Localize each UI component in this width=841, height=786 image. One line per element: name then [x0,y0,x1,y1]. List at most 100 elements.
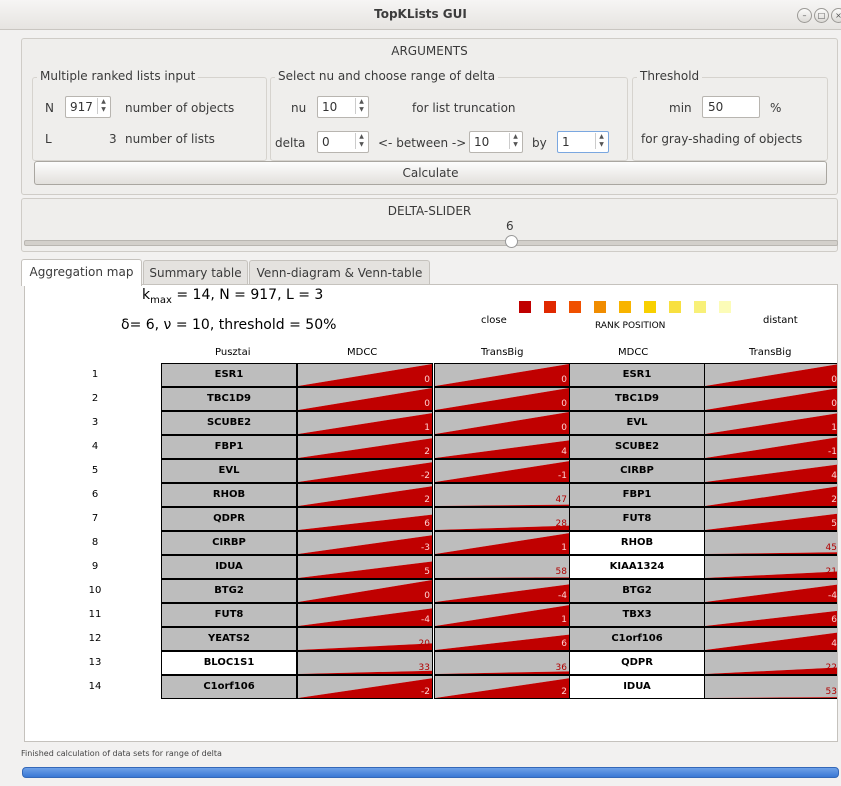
rank-difference: 45 [825,543,837,553]
rank-difference: 4 [831,471,837,481]
legend-swatch [569,301,581,313]
rank-difference: -1 [558,471,567,481]
rank-cell: 0 [297,363,433,387]
tab-summary-table[interactable]: Summary table [143,260,248,285]
delta-to-spinbox[interactable]: 10 ▲ ▼ [469,131,523,153]
rank-cell: 0 [297,579,433,603]
rank-difference: -4 [828,591,837,601]
calculate-button[interactable]: Calculate [34,161,827,185]
nu-label: nu [291,101,307,115]
rank-cell: 0 [704,363,837,387]
rank-difference: -4 [558,591,567,601]
delta-label: delta [275,136,306,150]
rank-difference: 0 [831,399,837,409]
nu-spinbox[interactable]: 10 ▲ ▼ [317,96,369,118]
object-cell: QDPR [161,507,297,531]
rank-cell: -4 [704,579,837,603]
percent-label: % [770,101,782,115]
object-cell: EVL [569,411,705,435]
rank-cell: 2 [297,435,433,459]
rank-cell: 0 [434,363,570,387]
rank-cell: 0 [434,387,570,411]
row-number: 10 [88,585,102,596]
gray-area [435,556,569,578]
rank-difference: 2 [424,447,430,457]
object-cell: BLOC1S1 [161,651,297,675]
rank-cell: -3 [297,531,433,555]
rank-difference: 6 [831,615,837,625]
row-number: 9 [91,561,99,572]
rank-difference: 1 [561,615,567,625]
legend-rank-position: RANK POSITION [595,321,666,331]
n-description: number of objects [125,101,235,115]
row-number: 11 [88,609,102,620]
row-number: 7 [91,513,99,524]
rank-difference: -3 [421,543,430,553]
rank-cell: 2 [434,675,570,699]
kmax-line: ^ kmax = 14, N = 917, L = 3 [142,285,324,306]
legend-swatch [669,301,681,313]
threshold-input[interactable]: 50 [702,96,760,118]
object-cell: RHOB [569,531,705,555]
legend-swatch [694,301,706,313]
row-number: 14 [88,681,102,692]
between-label: <- between -> [378,136,467,150]
status-text: Finished calculation of data sets for ra… [21,749,222,758]
kmax-text: = 14, N = 917, L = 3 [176,287,324,303]
spin-arrows-icon[interactable]: ▲ ▼ [509,133,521,149]
object-cell: TBC1D9 [569,387,705,411]
rank-difference: 0 [561,375,567,385]
rank-difference: 4 [561,447,567,457]
rank-cell: 33 [297,651,433,675]
params-line: δ= 6, ν = 10, threshold = 50% [121,317,337,333]
rank-difference: 58 [555,567,567,577]
window-title: TopKLists GUI [374,7,467,21]
rank-cell: 4 [704,627,837,651]
minimize-icon[interactable]: – [797,8,812,23]
row-number: 12 [88,633,102,644]
close-icon[interactable]: × [831,8,841,23]
spin-arrows-icon[interactable]: ▲ ▼ [355,133,367,149]
rank-cell: 20 [297,627,433,651]
spin-arrows-icon[interactable]: ▲ ▼ [97,98,109,114]
rank-cell: -2 [297,459,433,483]
n-label: N [45,101,54,115]
input-group: Multiple ranked lists input [32,69,267,161]
rank-difference: -2 [421,687,430,697]
legend-close: close [481,315,507,326]
rank-cell: 2 [297,483,433,507]
object-cell: ESR1 [569,363,705,387]
spin-arrows-icon[interactable]: ▲ ▼ [595,133,607,149]
rank-cell: 2 [704,483,837,507]
object-cell: SCUBE2 [569,435,705,459]
rank-cell: 1 [434,531,570,555]
rank-cell: 28 [434,507,570,531]
tab-venn-diagram[interactable]: Venn-diagram & Venn-table [249,260,430,285]
rank-difference: 33 [418,663,430,673]
rank-difference: 0 [424,375,430,385]
object-cell: IDUA [569,675,705,699]
nu-description: for list truncation [412,101,516,115]
object-cell: BTG2 [161,579,297,603]
delta-by-spinbox[interactable]: 1 ▲ ▼ [557,131,609,153]
spin-arrows-icon[interactable]: ▲ ▼ [355,98,367,114]
nu-delta-group-label: Select nu and choose range of delta [275,69,499,83]
maximize-icon[interactable]: □ [814,8,829,23]
n-spinbox[interactable]: 917 ▲ ▼ [65,96,111,118]
object-cell: BTG2 [569,579,705,603]
tab-aggregation-map[interactable]: Aggregation map [21,259,142,286]
delta-slider-track[interactable] [24,240,838,246]
delta-from-spinbox[interactable]: 0 ▲ ▼ [317,131,369,153]
l-description: number of lists [125,132,215,146]
gray-area [298,652,432,674]
rank-cell: 1 [434,603,570,627]
row-number: 8 [91,537,99,548]
rank-difference: 0 [561,423,567,433]
rank-difference: -2 [421,471,430,481]
rank-cell: 1 [704,411,837,435]
gray-area [435,652,569,674]
delta-from-value: 0 [322,135,330,149]
gray-area [705,532,837,554]
aggregation-map-canvas: ^ kmax = 14, N = 917, L = 3 δ= 6, ν = 10,… [24,284,838,742]
legend-swatch [719,301,731,313]
